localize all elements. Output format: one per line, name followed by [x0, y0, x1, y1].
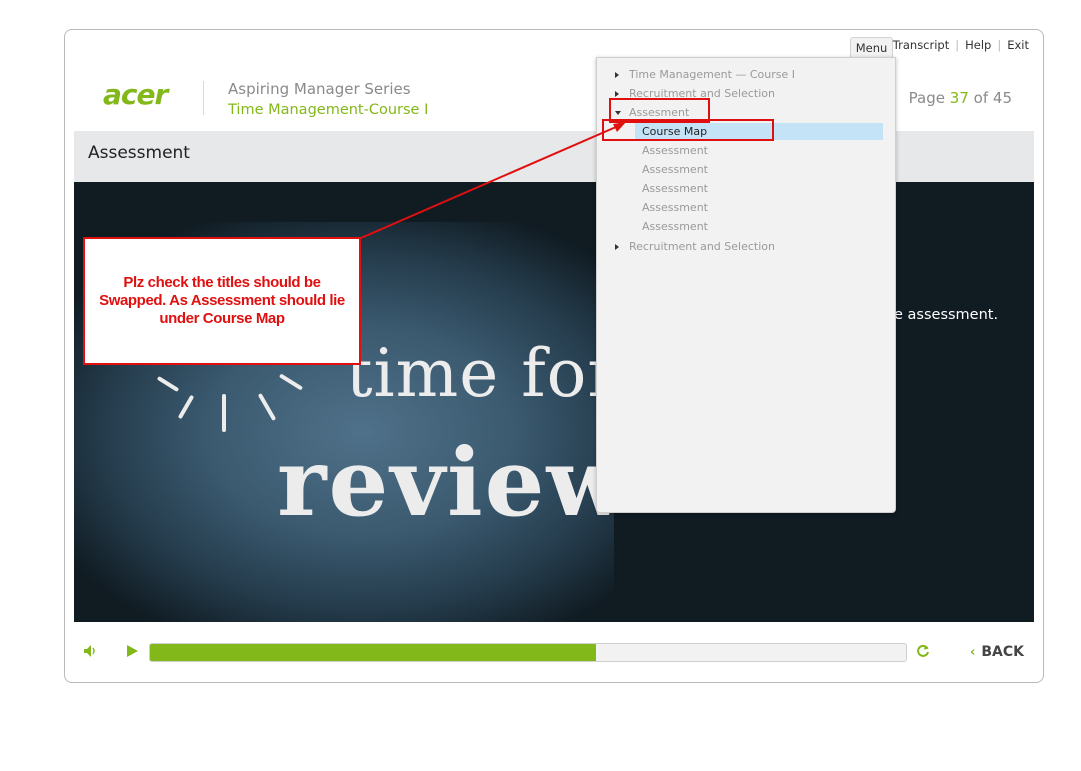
- image-text-time-for: time for: [346, 335, 620, 412]
- page-total: 45: [992, 89, 1012, 107]
- page-label: Page: [908, 89, 945, 107]
- acer-logo: acer: [103, 78, 168, 111]
- caret-right-icon[interactable]: [615, 91, 619, 97]
- caret-right-icon[interactable]: [615, 244, 619, 250]
- progress-bar[interactable]: [149, 643, 907, 662]
- menu-item-recruitment[interactable]: Recruitment and Selection: [629, 240, 775, 253]
- page-of: of: [973, 89, 989, 107]
- series-title: Aspiring Manager Series: [228, 80, 411, 98]
- page-counter: Page 37 of 45: [909, 89, 1012, 107]
- playback-controls: ‹ BACK: [65, 638, 1043, 668]
- menu-item-time-management[interactable]: Time Management — Course I: [629, 68, 795, 81]
- annotation-text: Plz check the titles should be Swapped. …: [99, 274, 345, 327]
- page-current: 37: [949, 89, 969, 107]
- back-label: BACK: [981, 644, 1024, 660]
- caret-right-icon[interactable]: [615, 72, 619, 78]
- nav-separator: |: [997, 38, 1002, 52]
- chalk-ray: [222, 394, 226, 432]
- annotation-highlight-course-map: [602, 119, 774, 141]
- menu-item-assessment[interactable]: Assessment: [642, 201, 708, 214]
- play-icon[interactable]: [127, 645, 138, 657]
- nav-separator: |: [955, 38, 960, 52]
- menu-item-assessment[interactable]: Assessment: [642, 220, 708, 233]
- top-navigation: Transcript | Help | Exit: [893, 38, 1029, 52]
- annotation-callout: Plz check the titles should be Swapped. …: [83, 237, 361, 365]
- help-link[interactable]: Help: [965, 38, 991, 52]
- menu-item-assessment[interactable]: Assessment: [642, 182, 708, 195]
- chevron-left-icon: ‹: [970, 645, 976, 660]
- back-button[interactable]: ‹ BACK: [970, 644, 1024, 660]
- progress-fill: [150, 644, 597, 661]
- image-text-review: review: [277, 428, 630, 538]
- slide-title: Assessment: [88, 143, 190, 163]
- speaker-icon[interactable]: [83, 644, 97, 658]
- menu-item-assessment[interactable]: Assessment: [642, 163, 708, 176]
- exit-link[interactable]: Exit: [1007, 38, 1029, 52]
- slide-body-text: e assessment.: [894, 307, 999, 323]
- menu-item-assessment[interactable]: Assessment: [642, 144, 708, 157]
- transcript-link[interactable]: Transcript: [893, 38, 949, 52]
- refresh-icon[interactable]: [916, 644, 930, 658]
- course-title: Time Management-Course I: [228, 102, 429, 118]
- header-divider: [203, 81, 204, 115]
